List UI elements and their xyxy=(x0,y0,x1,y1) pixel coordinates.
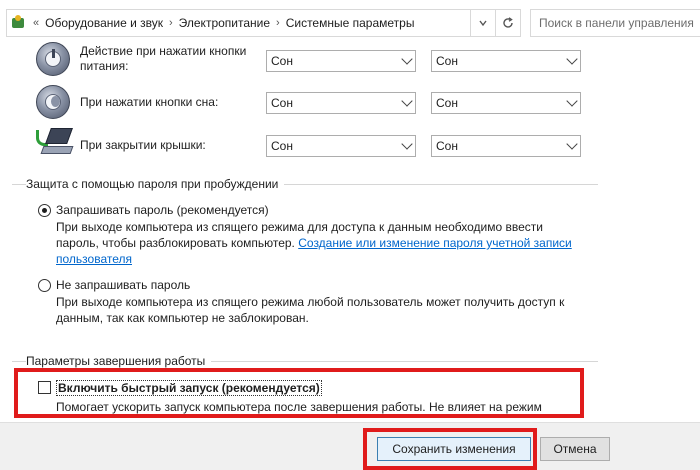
address-bar: « Оборудование и звук › Электропитание ›… xyxy=(0,0,700,46)
select-value: Сон xyxy=(271,54,293,68)
chevron-down-icon xyxy=(566,138,578,150)
control-panel-icon xyxy=(9,14,27,32)
breadcrumb-item-system-settings[interactable]: Системные параметры xyxy=(286,16,415,30)
sleep-button-label: При нажатии кнопки сна: xyxy=(80,95,219,109)
require-password-radio[interactable] xyxy=(38,204,51,217)
change-password-link-cont[interactable]: пользователя xyxy=(56,251,616,267)
lid-close-battery-select[interactable]: Сон xyxy=(266,135,416,157)
breadcrumb[interactable]: « Оборудование и звук › Электропитание ›… xyxy=(6,9,490,37)
sleep-button-icon xyxy=(36,85,70,119)
lid-close-plugged-select[interactable]: Сон xyxy=(431,135,581,157)
lid-close-label: При закрытии крышки: xyxy=(80,138,206,152)
desc-text: пароль, чтобы разблокировать компьютер. xyxy=(56,236,299,250)
power-button-label: Действие при нажатии кнопки питания: xyxy=(80,44,246,74)
breadcrumb-separator[interactable]: › xyxy=(276,17,280,29)
power-button-label-line1: Действие при нажатии кнопки xyxy=(80,44,247,58)
chevron-down-icon xyxy=(566,95,578,107)
no-password-label[interactable]: Не запрашивать пароль xyxy=(56,278,190,292)
breadcrumb-separator[interactable]: › xyxy=(169,17,173,29)
select-value: Сон xyxy=(271,139,293,153)
highlight-save-button xyxy=(363,428,537,470)
no-password-description: При выходе компьютера из спящего режима … xyxy=(56,294,616,326)
breadcrumb-item-power[interactable]: Электропитание xyxy=(179,16,270,30)
chevron-down-icon xyxy=(401,138,413,150)
desc-line: При выходе компьютера из спящего режима … xyxy=(56,295,565,309)
power-button-battery-select[interactable]: Сон xyxy=(266,50,416,72)
highlight-fast-startup xyxy=(14,368,584,418)
desc-line: пароль, чтобы разблокировать компьютер. … xyxy=(56,235,616,251)
power-button-label-line2: питания: xyxy=(80,59,129,73)
select-value: Сон xyxy=(271,96,293,110)
dropdown-arrow-icon[interactable] xyxy=(470,9,496,37)
change-password-link[interactable]: Создание или изменение пароля учетной за… xyxy=(298,236,572,250)
laptop-lid-icon xyxy=(36,126,76,162)
select-value: Сон xyxy=(436,54,458,68)
select-value: Сон xyxy=(436,139,458,153)
shutdown-section-title: Параметры завершения работы xyxy=(26,354,212,368)
power-button-plugged-select[interactable]: Сон xyxy=(431,50,581,72)
sleep-button-plugged-select[interactable]: Сон xyxy=(431,92,581,114)
back-arrows[interactable]: « xyxy=(33,17,39,29)
breadcrumb-item-hardware[interactable]: Оборудование и звук xyxy=(45,16,163,30)
sleep-button-battery-select[interactable]: Сон xyxy=(266,92,416,114)
select-value: Сон xyxy=(436,96,458,110)
power-button-icon xyxy=(36,42,70,76)
chevron-down-icon xyxy=(401,53,413,65)
cancel-button[interactable]: Отмена xyxy=(540,437,610,461)
desc-line: При выходе компьютера из спящего режима … xyxy=(56,220,543,234)
password-section-title: Защита с помощью пароля при пробуждении xyxy=(26,177,285,191)
chevron-down-icon xyxy=(401,95,413,107)
no-password-radio[interactable] xyxy=(38,279,51,292)
search-input[interactable]: Поиск в панели управления xyxy=(530,9,700,37)
require-password-label[interactable]: Запрашивать пароль (рекомендуется) xyxy=(56,203,269,217)
refresh-icon[interactable] xyxy=(495,9,521,37)
chevron-down-icon xyxy=(566,53,578,65)
require-password-description: При выходе компьютера из спящего режима … xyxy=(56,219,616,267)
desc-line: данным, так как компьютер не заблокирова… xyxy=(56,311,309,325)
